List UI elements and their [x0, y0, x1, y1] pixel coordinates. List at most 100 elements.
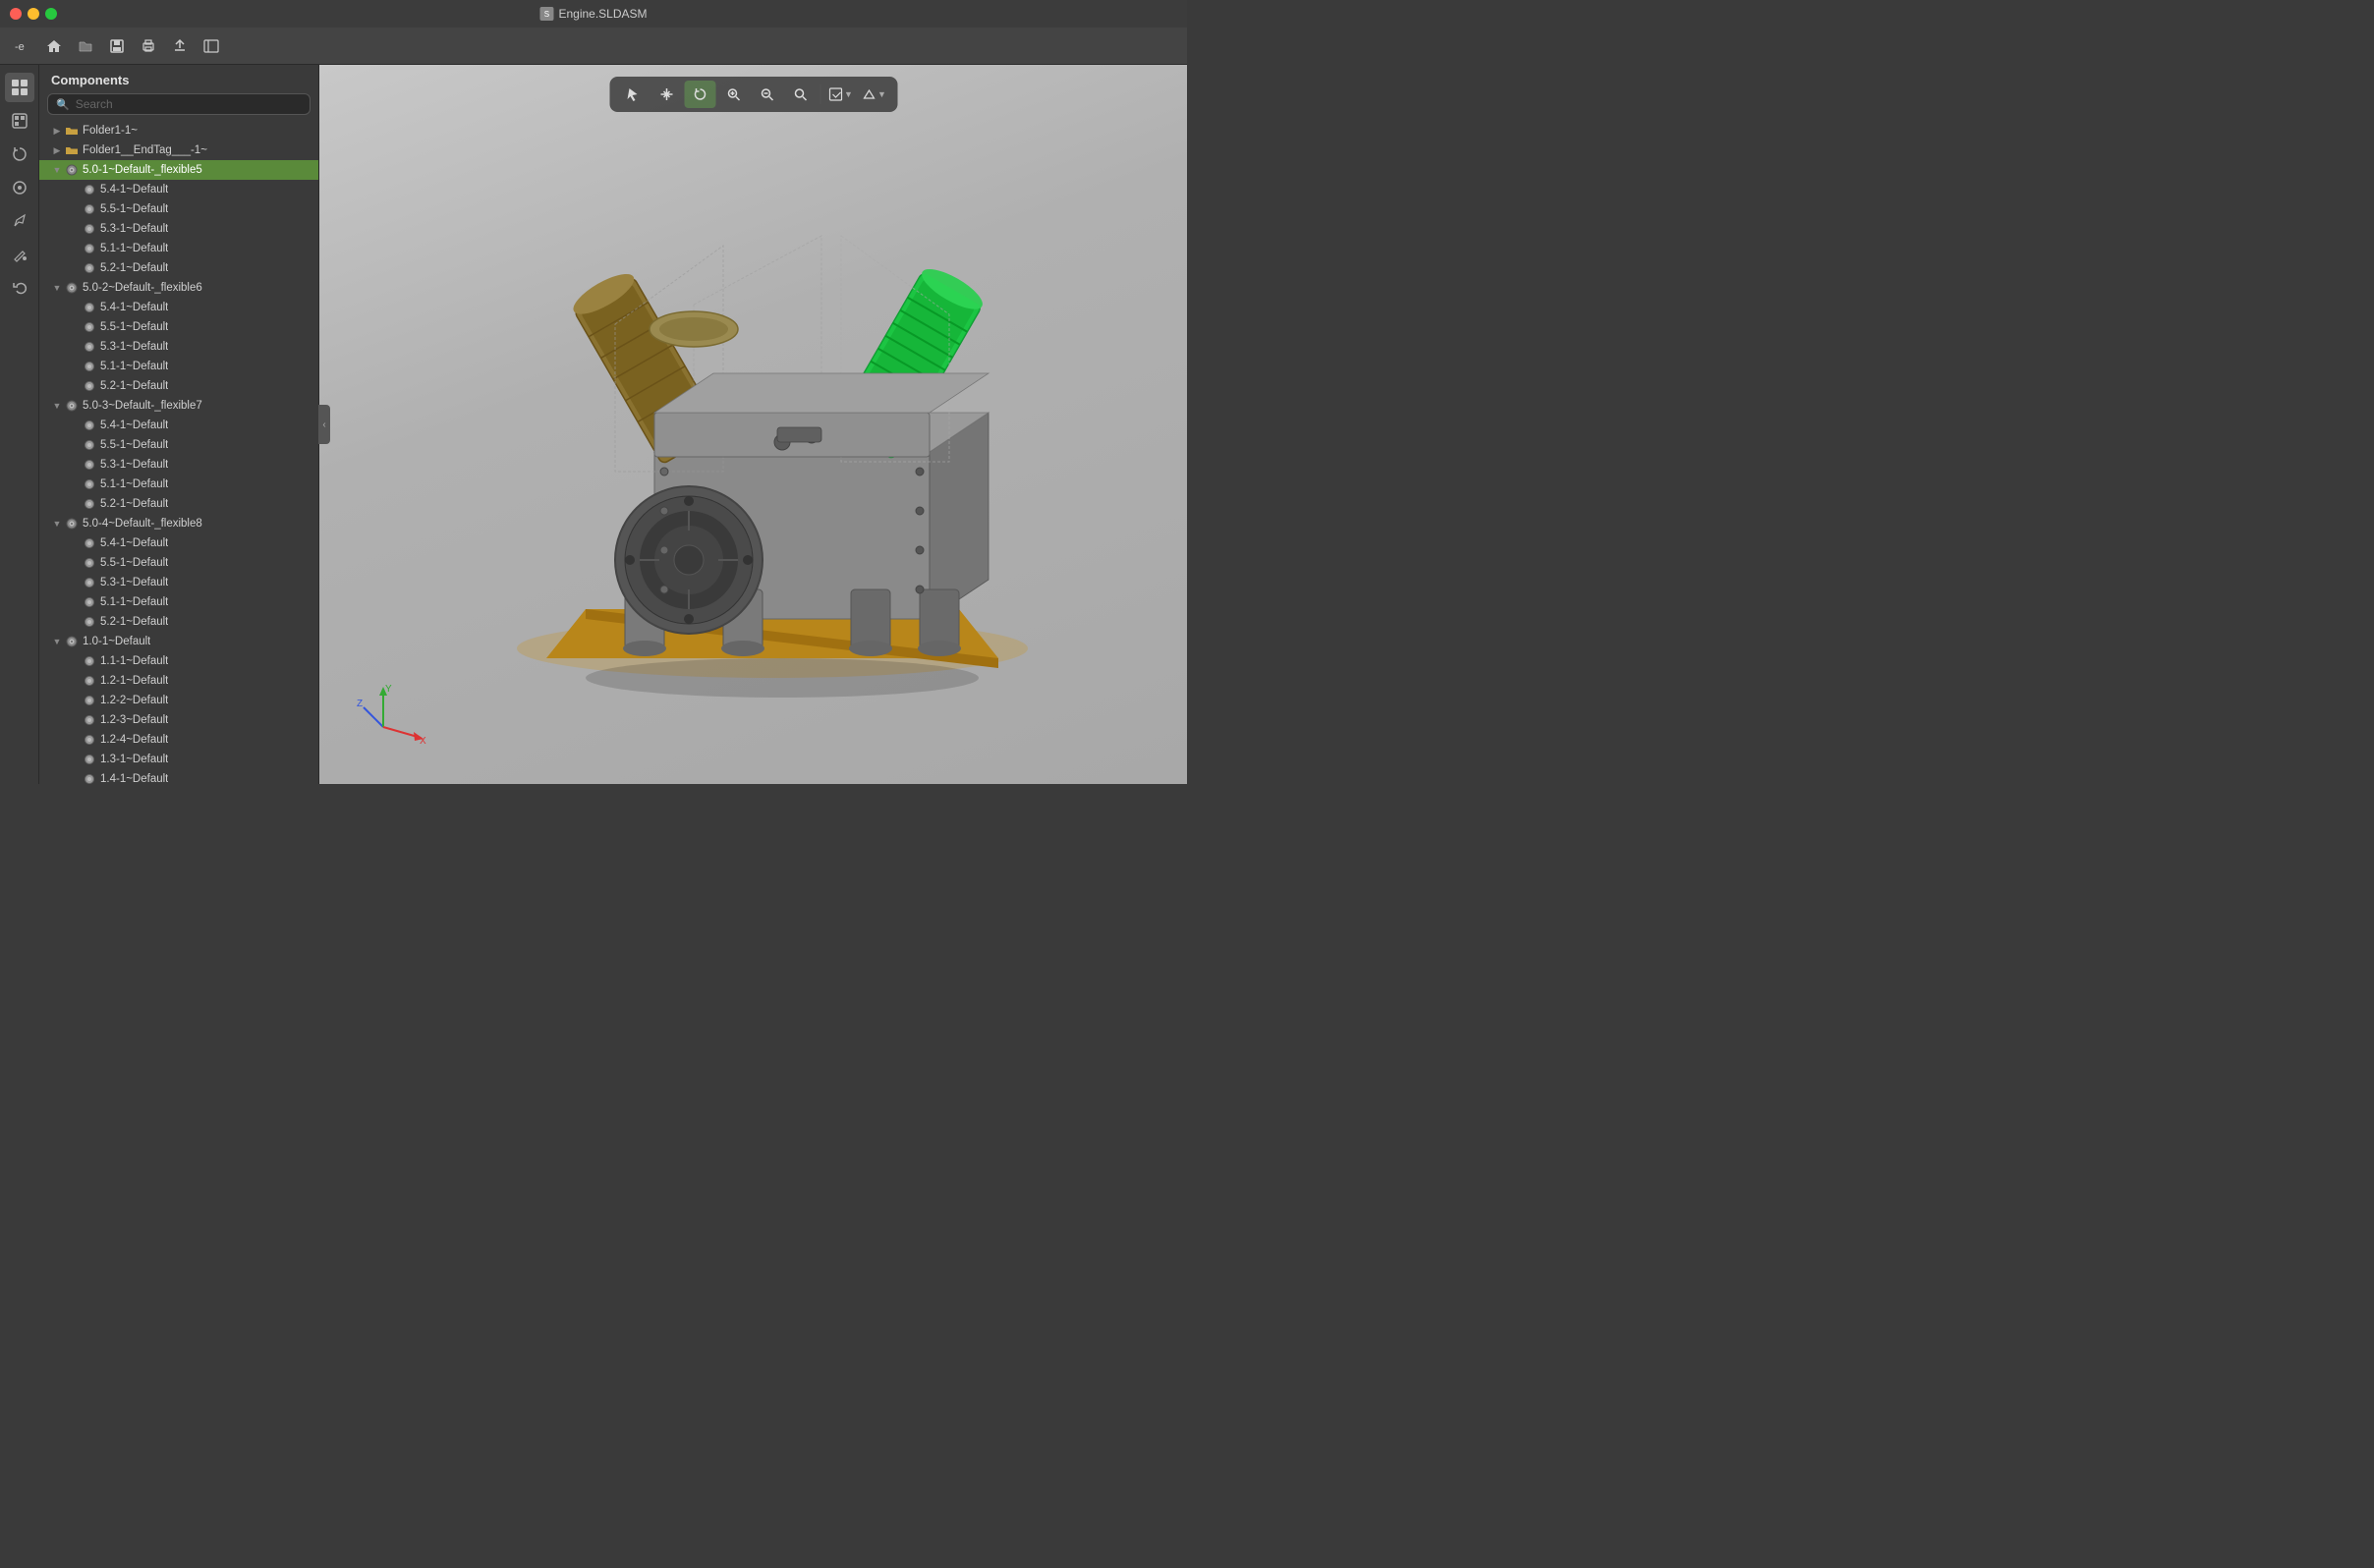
expand-icon: ▼ [51, 636, 63, 647]
tree-item-label: 5.0-2~Default-_flexible6 [83, 282, 202, 294]
tree-item-label: Folder1-1~ [83, 125, 138, 137]
sidebar-toggle-button[interactable] [197, 32, 226, 60]
panel-title: Components [39, 65, 318, 93]
display-panel-button[interactable] [5, 106, 34, 136]
tree-item-5.3-1b[interactable]: 5.3-1~Default [39, 337, 318, 357]
axes-indicator: X Y Z [349, 683, 427, 755]
properties-button[interactable] [5, 173, 34, 202]
part-icon [83, 477, 96, 491]
tree-item-5.2-1c[interactable]: 5.2-1~Default [39, 494, 318, 514]
assembly-icon [65, 517, 79, 531]
save-button[interactable] [102, 32, 132, 60]
tree-item-1.2-3[interactable]: 1.2-3~Default [39, 710, 318, 730]
tree-item-1.1-1[interactable]: 1.1-1~Default [39, 651, 318, 671]
tree-item-1.3-1[interactable]: 1.3-1~Default [39, 750, 318, 769]
annotation-button[interactable] [5, 206, 34, 236]
tree-item-label: 1.4-1~Default [100, 773, 168, 784]
tree-item-5.3-1a[interactable]: 5.3-1~Default [39, 219, 318, 239]
tree-item-5.5-1c[interactable]: 5.5-1~Default [39, 435, 318, 455]
part-icon [83, 202, 96, 216]
back-button[interactable]: -e [8, 32, 37, 60]
home-button[interactable] [39, 32, 69, 60]
tree-item-5.0-4[interactable]: ▼5.0-4~Default-_flexible8 [39, 514, 318, 533]
tree-item-1.2-2[interactable]: 1.2-2~Default [39, 691, 318, 710]
tree-item-5.3-1d[interactable]: 5.3-1~Default [39, 573, 318, 592]
window-title: S Engine.SLDASM [539, 7, 647, 21]
part-icon [83, 654, 96, 668]
tree-item-5.2-1d[interactable]: 5.2-1~Default [39, 612, 318, 632]
part-icon [83, 360, 96, 373]
icon-sidebar [0, 65, 39, 784]
tree-item-5.2-1b[interactable]: 5.2-1~Default [39, 376, 318, 396]
tree-item-5.4-1c[interactable]: 5.4-1~Default [39, 416, 318, 435]
zoom-out-button[interactable] [751, 81, 782, 108]
part-icon [65, 143, 79, 157]
traffic-lights [0, 8, 57, 20]
tree-item-5.3-1c[interactable]: 5.3-1~Default [39, 455, 318, 475]
zoom-fit-button[interactable] [784, 81, 816, 108]
tree-item-label: 5.3-1~Default [100, 341, 168, 353]
display-style-arrow: ▼ [844, 89, 853, 99]
tree-item-5.1-1b[interactable]: 5.1-1~Default [39, 357, 318, 376]
tree-item-5.4-1d[interactable]: 5.4-1~Default [39, 533, 318, 553]
tree-item-5.0-3[interactable]: ▼5.0-3~Default-_flexible7 [39, 396, 318, 416]
part-icon [83, 536, 96, 550]
display-style-button[interactable]: ▼ [824, 81, 856, 108]
components-panel-button[interactable] [5, 73, 34, 102]
view-orientation-button[interactable]: ▼ [858, 81, 889, 108]
part-icon [83, 320, 96, 334]
tree-item-label: 5.4-1~Default [100, 302, 168, 313]
tree-item-5.1-1d[interactable]: 5.1-1~Default [39, 592, 318, 612]
tree-container[interactable]: ▶Folder1-1~▶Folder1__EndTag___-1~▼5.0-1~… [39, 121, 318, 784]
expand-icon: ▶ [51, 125, 63, 137]
pan-tool-button[interactable] [650, 81, 682, 108]
panel-collapse-handle[interactable]: ‹ [318, 405, 330, 444]
tree-item-1.4-1[interactable]: 1.4-1~Default [39, 769, 318, 784]
tree-item-folder1[interactable]: ▶ Folder1-1~ [39, 121, 318, 140]
tree-item-5.1-1a[interactable]: 5.1-1~Default [39, 239, 318, 258]
part-icon [83, 183, 96, 196]
part-icon [83, 458, 96, 472]
close-button[interactable] [10, 8, 22, 20]
tree-item-1.2-1[interactable]: 1.2-1~Default [39, 671, 318, 691]
print-button[interactable] [134, 32, 163, 60]
svg-text:Z: Z [357, 699, 363, 709]
open-button[interactable] [71, 32, 100, 60]
viewport[interactable]: ▼ ▼ [319, 65, 1187, 784]
tree-item-folder1end[interactable]: ▶ Folder1__EndTag___-1~ [39, 140, 318, 160]
search-icon: 🔍 [56, 98, 70, 111]
rotate-tool-button[interactable] [684, 81, 715, 108]
paint-button[interactable] [5, 240, 34, 269]
zoom-in-area-button[interactable] [717, 81, 749, 108]
tree-item-label: 5.3-1~Default [100, 223, 168, 235]
select-tool-button[interactable] [617, 81, 649, 108]
tree-item-1.0-1[interactable]: ▼1.0-1~Default [39, 632, 318, 651]
tree-item-5.5-1a[interactable]: 5.5-1~Default [39, 199, 318, 219]
assembly-icon [65, 281, 79, 295]
tree-item-5.2-1a[interactable]: 5.2-1~Default [39, 258, 318, 278]
tree-item-5.0-1[interactable]: ▼5.0-1~Default-_flexible5 [39, 160, 318, 180]
tree-item-label: 5.1-1~Default [100, 243, 168, 254]
maximize-button[interactable] [45, 8, 57, 20]
search-input[interactable] [76, 97, 302, 111]
tree-item-5.5-1b[interactable]: 5.5-1~Default [39, 317, 318, 337]
tree-item-label: 5.2-1~Default [100, 616, 168, 628]
tree-item-5.1-1c[interactable]: 5.1-1~Default [39, 475, 318, 494]
tree-item-5.4-1b[interactable]: 5.4-1~Default [39, 298, 318, 317]
tree-item-label: 5.0-1~Default-_flexible5 [83, 164, 202, 176]
tree-item-1.2-4[interactable]: 1.2-4~Default [39, 730, 318, 750]
undo-button[interactable] [5, 273, 34, 303]
export-button[interactable] [165, 32, 195, 60]
tree-item-5.5-1d[interactable]: 5.5-1~Default [39, 553, 318, 573]
tree-item-5.4-1a[interactable]: 5.4-1~Default [39, 180, 318, 199]
tree-item-label: 5.5-1~Default [100, 321, 168, 333]
part-icon [83, 576, 96, 589]
part-icon [83, 595, 96, 609]
tree-item-5.0-2[interactable]: ▼5.0-2~Default-_flexible6 [39, 278, 318, 298]
tree-item-label: Folder1__EndTag___-1~ [83, 144, 207, 156]
tree-item-label: 5.3-1~Default [100, 577, 168, 588]
rotate-panel-button[interactable] [5, 140, 34, 169]
tree-item-label: 5.4-1~Default [100, 184, 168, 196]
minimize-button[interactable] [28, 8, 39, 20]
expand-icon: ▶ [51, 144, 63, 156]
